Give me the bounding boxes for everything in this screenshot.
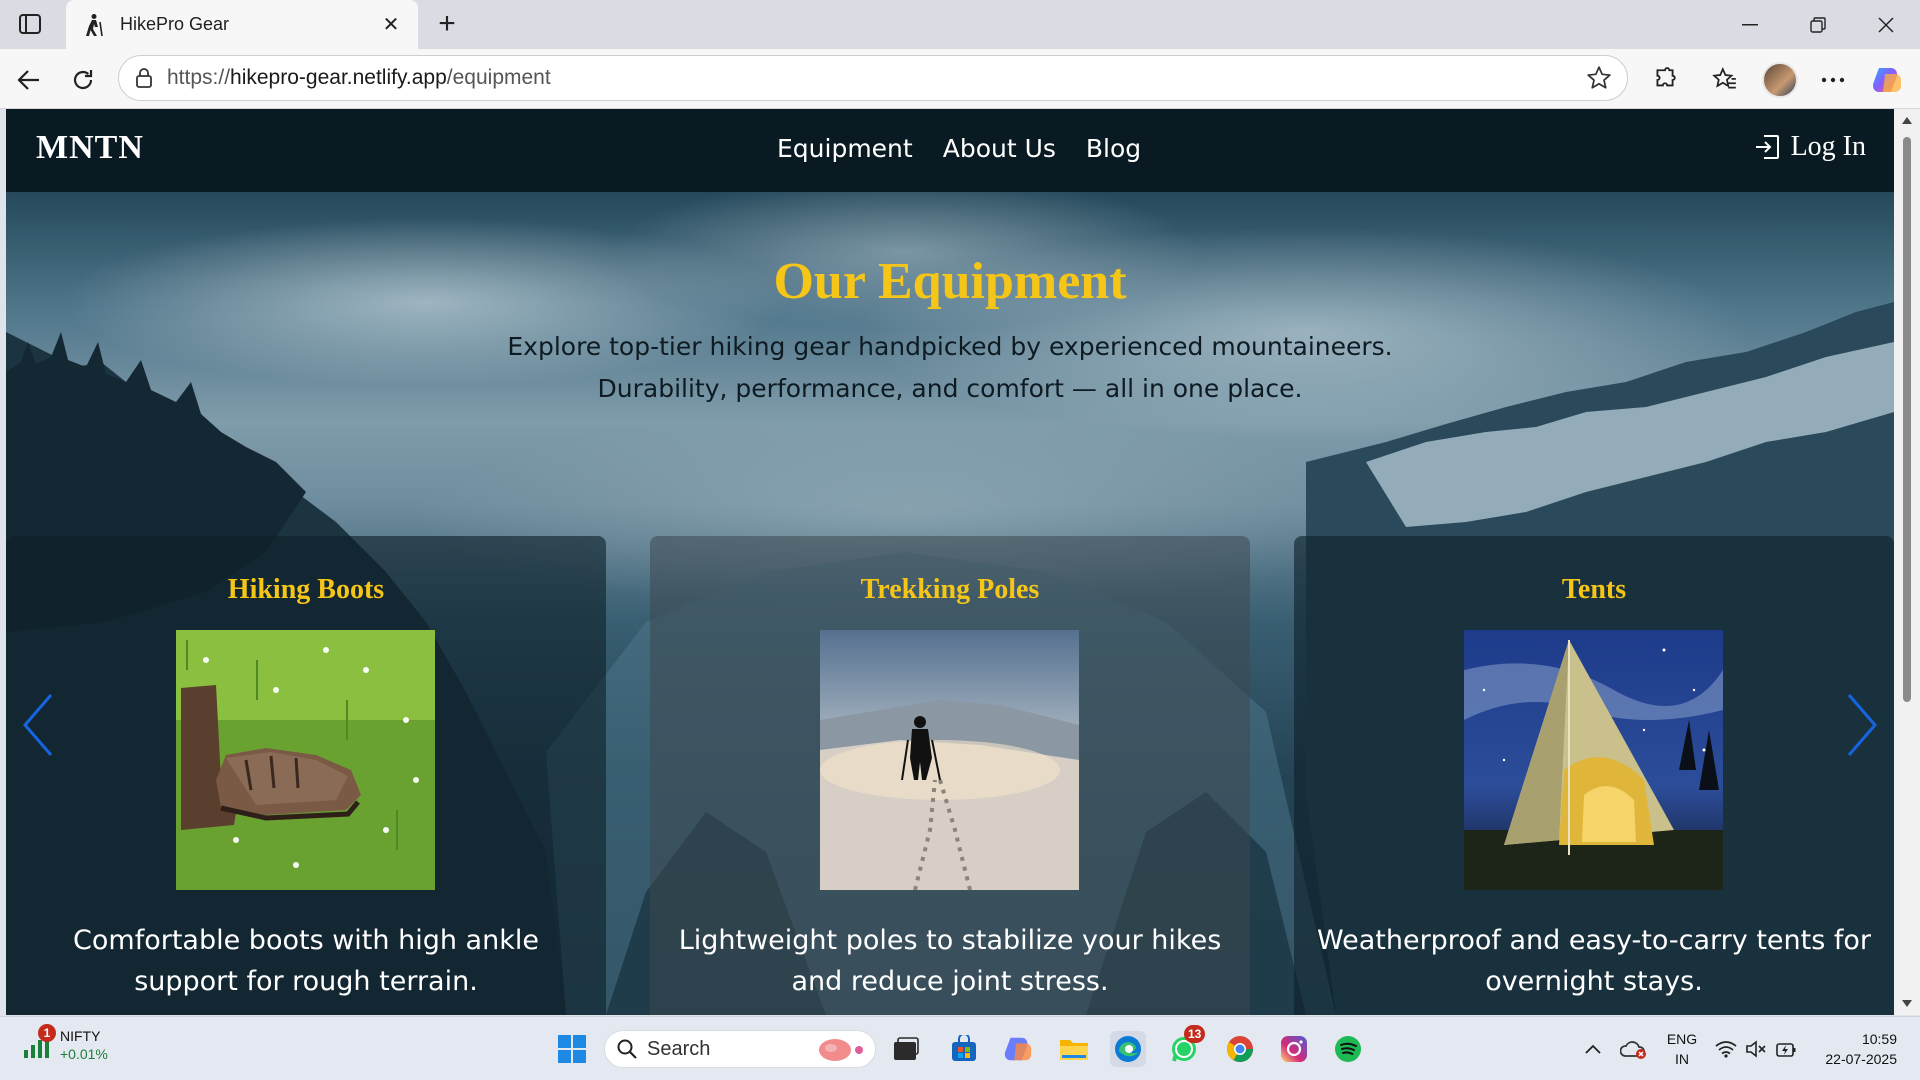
url-text[interactable]: https://hikepro-gear.netlify.app/equipme… [167,66,1585,90]
trekking-poles-image [820,630,1079,890]
browser-tab-bar: HikePro Gear ✕ + [0,0,1920,49]
hero-subtitle: Explore top-tier hiking gear handpicked … [6,326,1894,410]
search-icon [617,1039,637,1059]
clock-date: 22-07-2025 [1825,1051,1897,1067]
profile-avatar[interactable] [1762,62,1798,98]
nav-equipment[interactable]: Equipment [777,134,913,163]
page-viewport: MNTN Equipment About Us Blog Log In Our … [6,109,1894,1015]
nifty-label: NIFTY [60,1028,101,1044]
battery-charging-icon[interactable] [1768,1031,1804,1067]
card-description: Lightweight poles to stabilize your hike… [678,925,1222,997]
card-title: Hiking Boots [227,574,385,605]
copilot-icon[interactable] [1870,63,1904,97]
stock-chart-icon: 1 [22,1024,56,1060]
hiker-favicon-icon [80,12,106,38]
login-button[interactable]: Log In [1753,131,1866,163]
url-scheme: https:// [167,66,231,89]
instagram-icon[interactable] [1276,1031,1312,1067]
windows-taskbar: 1 NIFTY +0.01% Search 13 ENG IN 10:59 22… [0,1016,1920,1080]
page-title: Our Equipment [773,253,1127,310]
hiking-boots-image [176,630,435,890]
main-menu: Equipment About Us Blog [777,134,1141,163]
more-options-icon[interactable] [1816,63,1850,97]
new-tab-icon[interactable]: + [430,7,464,40]
url-host: hikepro-gear.netlify.app [230,66,447,89]
nifty-change: +0.01% [60,1046,108,1062]
tray-overflow-icon[interactable] [1575,1031,1611,1067]
start-icon[interactable] [554,1031,590,1067]
back-icon[interactable] [12,63,46,97]
minimize-icon[interactable] [1716,0,1784,49]
address-bar[interactable]: https://hikepro-gear.netlify.app/equipme… [118,55,1628,101]
card-title: Trekking Poles [860,574,1040,605]
nav-blog[interactable]: Blog [1086,134,1141,163]
browser-tab-active[interactable]: HikePro Gear ✕ [66,0,418,49]
search-highlight-icon [819,1039,863,1061]
card-description: Weatherproof and easy-to-carry tents for… [1316,925,1871,997]
equipment-card-trekking-poles[interactable]: Trekking Poles Lightweight poles to stab… [650,536,1250,1015]
tab-title: HikePro Gear [120,14,230,34]
url-path: /equipment [446,66,551,89]
card-description: Comfortable boots with high ankle suppor… [73,925,539,997]
onedrive-error-icon[interactable] [1616,1031,1652,1067]
edge-browser-icon[interactable] [1110,1031,1146,1067]
search-placeholder: Search [647,1037,711,1060]
microsoft-store-icon[interactable] [946,1031,982,1067]
refresh-icon[interactable] [66,63,100,97]
scrollbar-thumb[interactable] [1903,137,1911,702]
whatsapp-icon[interactable]: 13 [1166,1025,1206,1067]
favorite-star-icon[interactable] [1585,64,1613,92]
file-explorer-icon[interactable] [1056,1031,1092,1067]
login-icon [1755,135,1779,159]
language-indicator[interactable]: ENG IN [1664,1029,1700,1069]
copilot-taskbar-icon[interactable] [1000,1031,1036,1067]
card-title: Tents [1561,574,1627,605]
restore-icon[interactable] [1784,0,1852,49]
spotify-icon[interactable] [1330,1031,1366,1067]
window-close-icon[interactable] [1852,0,1920,49]
clock-time: 10:59 [1861,1031,1897,1047]
scroll-up-icon[interactable] [1902,116,1912,124]
carousel-prev-icon[interactable] [18,690,58,760]
nav-about-us[interactable]: About Us [943,134,1056,163]
site-navbar: MNTN Equipment About Us Blog Log In [6,109,1894,192]
hero-subtitle-line-2: Durability, performance, and comfort — a… [597,374,1303,403]
whatsapp-badge: 13 [1184,1025,1206,1043]
equipment-card-tents[interactable]: Tents Weatherproof and easy-to-carry ten… [1294,536,1894,1015]
hero-section: Our Equipment Explore top-tier hiking ge… [6,192,1894,1015]
tab-close-icon[interactable]: ✕ [378,12,404,38]
extensions-icon[interactable] [1648,63,1682,97]
nifty-widget[interactable]: 1 NIFTY +0.01% [22,1024,108,1063]
taskbar-search[interactable]: Search [604,1030,876,1068]
tab-actions-icon[interactable] [14,12,46,36]
address-toolbar: https://hikepro-gear.netlify.app/equipme… [0,49,1920,109]
favorites-icon[interactable] [1708,63,1742,97]
scroll-down-icon[interactable] [1902,1000,1912,1008]
carousel-next-icon[interactable] [1842,690,1882,760]
lock-icon[interactable] [133,67,155,89]
site-logo[interactable]: MNTN [36,129,144,167]
chrome-icon[interactable] [1222,1031,1258,1067]
lang-line-1: ENG [1666,1031,1698,1047]
page-scrollbar[interactable] [1894,109,1920,1015]
task-view-icon[interactable] [888,1031,924,1067]
lang-line-2: IN [1675,1051,1689,1067]
hero-subtitle-line-1: Explore top-tier hiking gear handpicked … [507,332,1393,361]
equipment-card-hiking-boots[interactable]: Hiking Boots Comfortable boots with high… [6,536,606,1015]
login-label: Log In [1790,131,1866,162]
tents-image [1464,630,1723,890]
nifty-badge: 1 [38,1024,56,1042]
system-clock[interactable]: 10:59 22-07-2025 [1812,1029,1897,1069]
